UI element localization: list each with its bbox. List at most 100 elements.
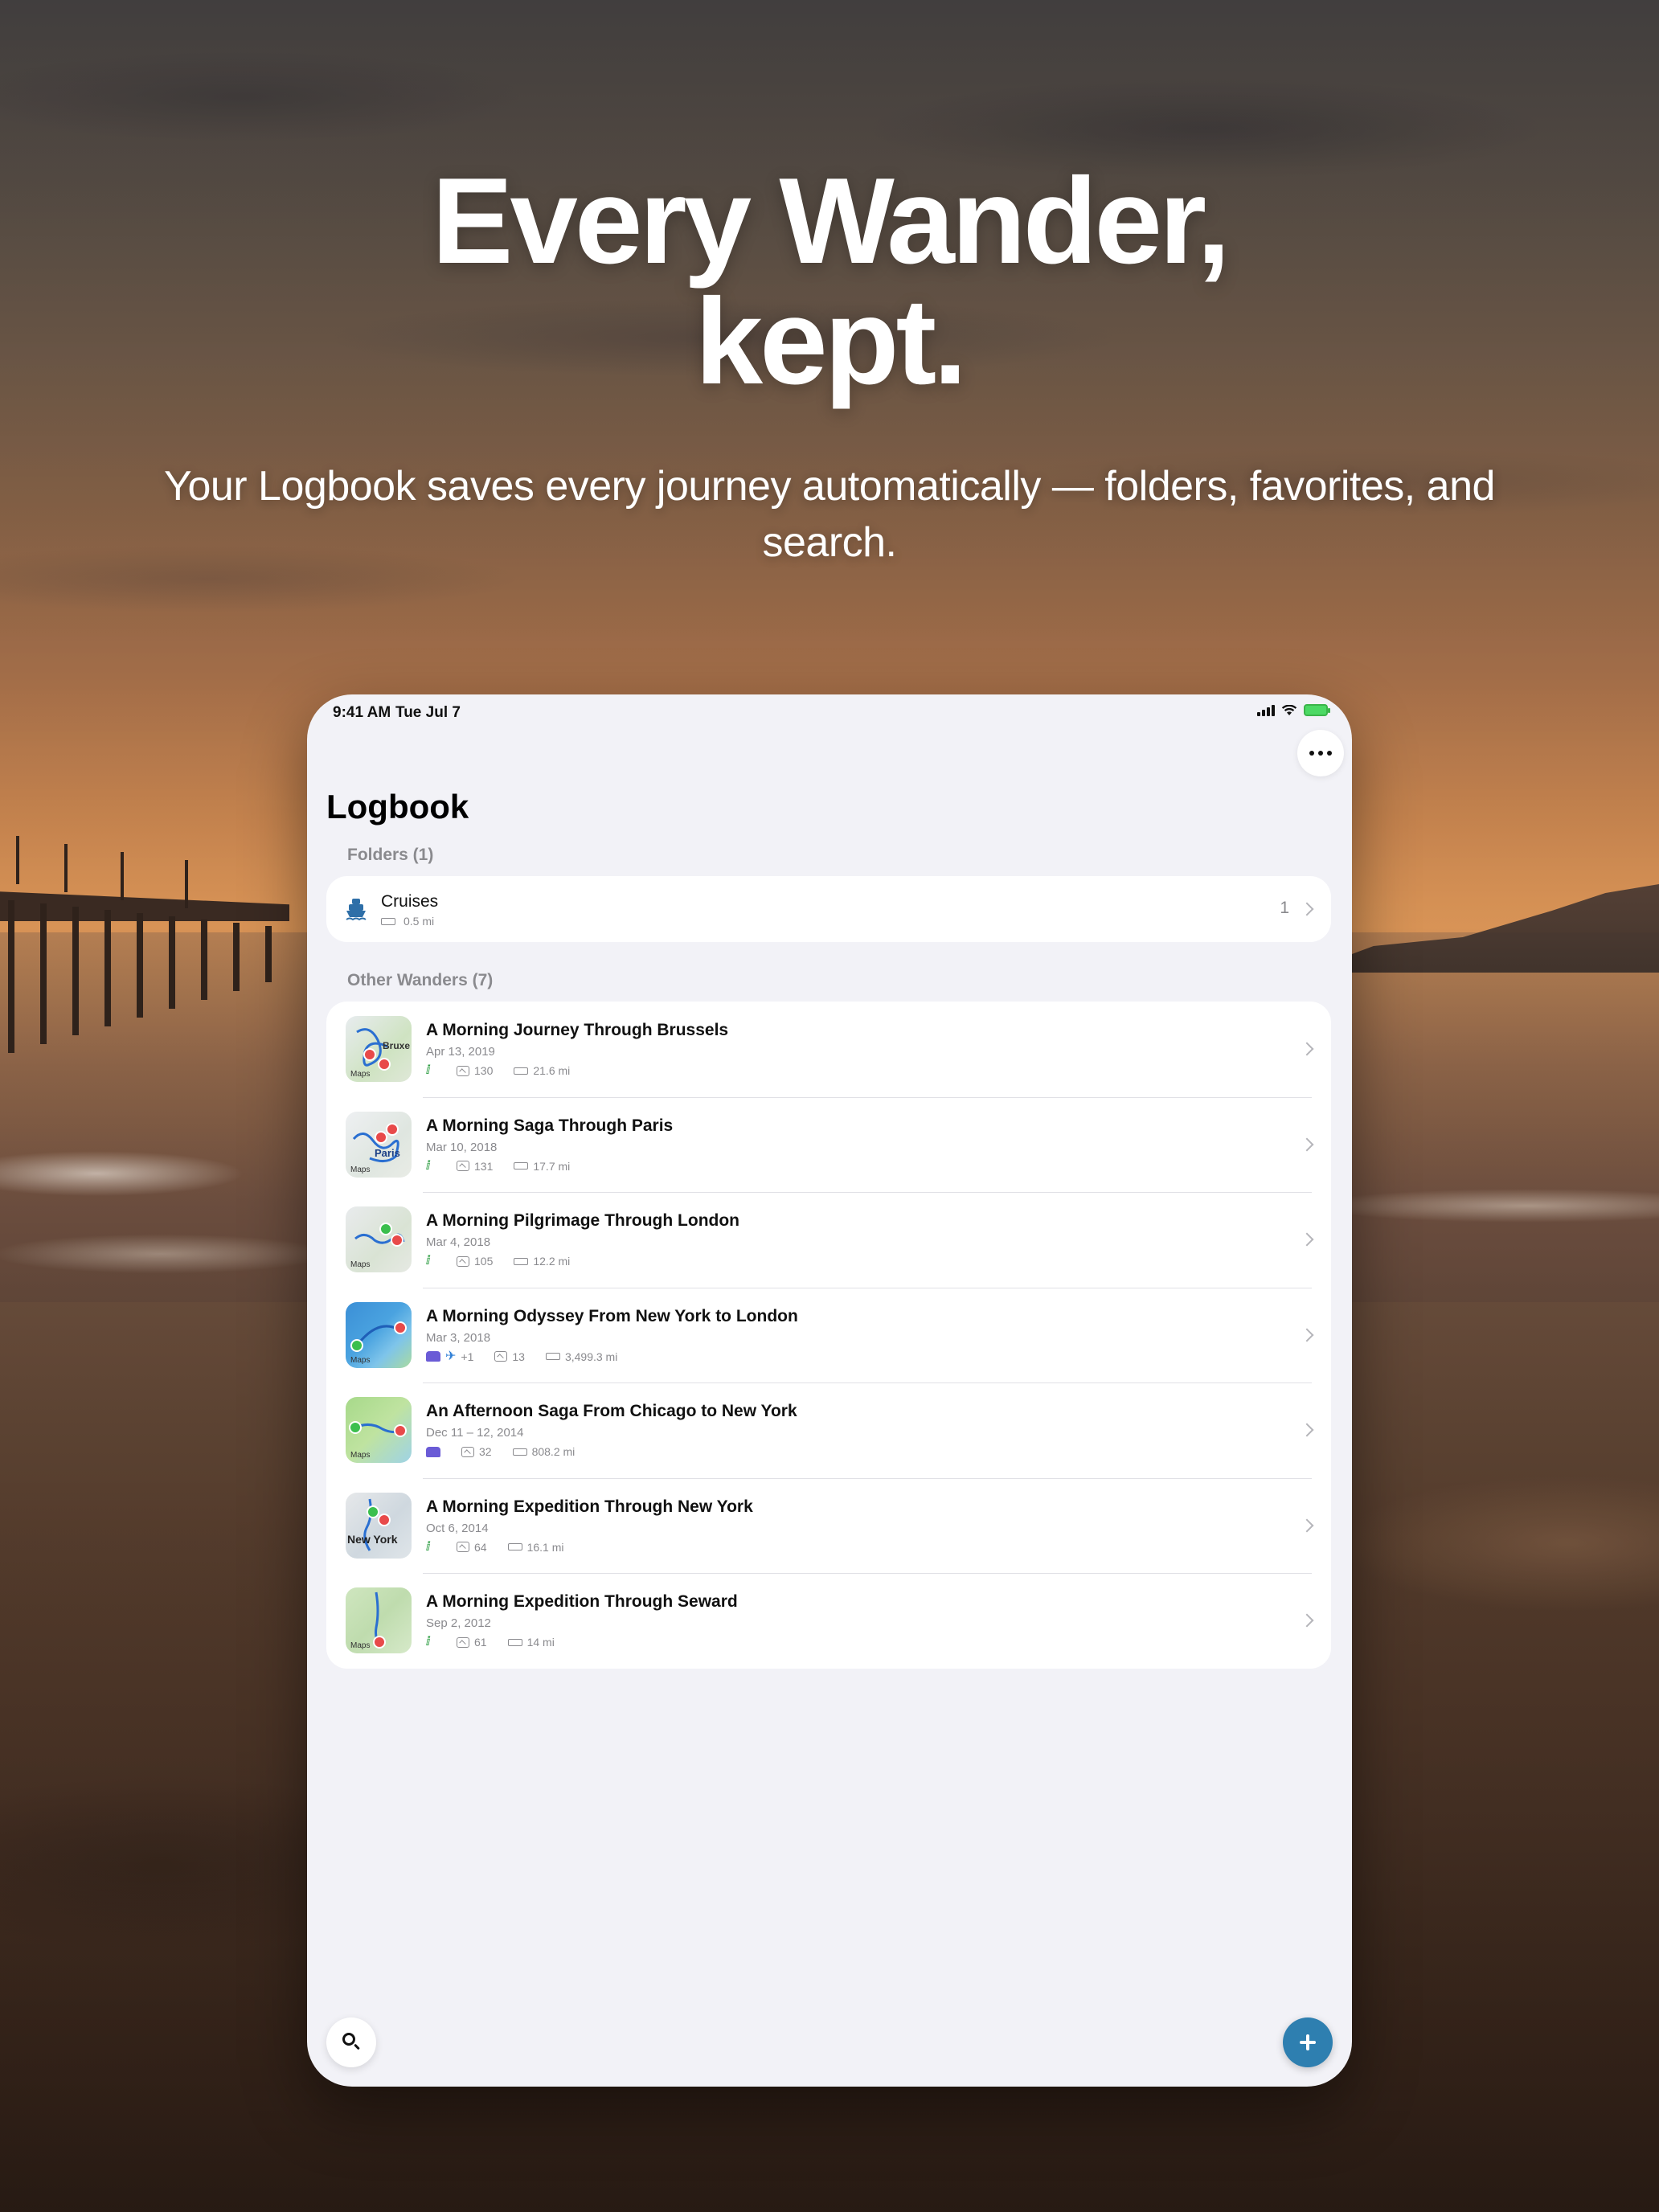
- wander-distance: 17.7 mi: [533, 1159, 571, 1173]
- maps-tag: Maps: [350, 1451, 371, 1460]
- map-thumbnail: Bruxe Maps: [346, 1016, 412, 1082]
- wander-distance: 808.2 mi: [531, 1445, 576, 1458]
- wander-row[interactable]: Paris Maps A Morning Saga Through Paris …: [326, 1096, 1331, 1193]
- wander-distance: 3,499.3 mi: [564, 1350, 618, 1363]
- car-icon: [426, 1351, 440, 1362]
- wander-distance: 12.2 mi: [533, 1255, 571, 1268]
- wander-row[interactable]: New York A Morning Expedition Through Ne…: [326, 1477, 1331, 1574]
- wander-date: Oct 6, 2014: [426, 1521, 489, 1535]
- photo-icon: [457, 1065, 469, 1076]
- wifi-icon: [1281, 704, 1297, 715]
- ellipsis-icon: [1309, 751, 1314, 756]
- wander-meta: ✈ +1 13 3,499.3 mi: [426, 1350, 617, 1363]
- search-button[interactable]: [326, 2017, 376, 2067]
- photo-icon: [457, 1636, 469, 1648]
- walking-icon: ⅈ: [426, 1158, 431, 1173]
- photo-count: 131: [474, 1159, 494, 1173]
- chevron-right-icon: [1300, 1613, 1314, 1628]
- add-wander-button[interactable]: [1283, 2017, 1333, 2067]
- distance-icon: [514, 1067, 529, 1075]
- wander-row[interactable]: Maps A Morning Pilgrimage Through London…: [326, 1192, 1331, 1288]
- distance-icon: [512, 1448, 527, 1456]
- wander-date: Mar 3, 2018: [426, 1330, 491, 1345]
- distance-icon: [507, 1543, 522, 1550]
- battery-charging-icon: [1304, 704, 1330, 716]
- map-label: Bruxe: [383, 1040, 411, 1051]
- folder-meta: 0.5 mi: [381, 915, 434, 928]
- wander-distance: 16.1 mi: [526, 1540, 564, 1554]
- status-icons: [1257, 704, 1330, 716]
- distance-icon: [514, 1257, 529, 1265]
- wander-date: Dec 11 – 12, 2014: [426, 1426, 524, 1440]
- hero-title: Every Wander, kept.: [0, 160, 1659, 410]
- photo-icon: [457, 1256, 469, 1267]
- wander-date: Mar 4, 2018: [426, 1235, 491, 1249]
- more-options-button[interactable]: [1297, 730, 1344, 776]
- wander-title: A Morning Expedition Through Seward: [426, 1592, 738, 1611]
- chevron-right-icon: [1300, 1137, 1314, 1151]
- wander-row[interactable]: Maps A Morning Expedition Through Seward…: [326, 1573, 1331, 1669]
- wander-meta: ⅈ 64 16.1 mi: [426, 1539, 564, 1554]
- wander-meta: ⅈ 105 12.2 mi: [426, 1255, 570, 1268]
- status-time: 9:41 AM: [333, 704, 391, 721]
- wanders-card: Bruxe Maps A Morning Journey Through Bru…: [326, 1002, 1331, 1669]
- folder-name: Cruises: [381, 892, 439, 911]
- walking-icon: ⅈ: [426, 1063, 431, 1077]
- wander-meta: ⅈ 131 17.7 mi: [426, 1158, 571, 1173]
- maps-tag: Maps: [350, 1355, 371, 1365]
- wander-meta: ⅈ 61 14 mi: [426, 1636, 555, 1649]
- photo-icon: [457, 1161, 469, 1171]
- wander-distance: 14 mi: [526, 1636, 555, 1649]
- wander-title: A Morning Odyssey From New York to Londo…: [426, 1306, 798, 1325]
- cellular-signal-icon: [1257, 704, 1275, 716]
- wander-row[interactable]: Maps An Afternoon Saga From Chicago to N…: [326, 1382, 1331, 1478]
- maps-tag: Maps: [350, 1070, 371, 1079]
- map-thumbnail: New York: [346, 1492, 412, 1559]
- wander-date: Sep 2, 2012: [426, 1616, 491, 1630]
- wander-distance: 21.6 mi: [533, 1064, 571, 1077]
- map-label: Paris: [375, 1146, 400, 1159]
- wander-meta: ⅈ 130 21.6 mi: [426, 1063, 571, 1078]
- hero-title-line-2: kept.: [694, 273, 968, 410]
- photo-count: 61: [474, 1636, 487, 1649]
- distance-icon: [381, 917, 395, 925]
- map-thumbnail: Maps: [346, 1301, 412, 1368]
- extra-modes: +1: [461, 1350, 474, 1363]
- map-label: New York: [347, 1532, 398, 1546]
- folders-section-header: Folders (1): [347, 846, 434, 864]
- distance-icon: [507, 1638, 522, 1646]
- photo-count: 105: [474, 1255, 494, 1268]
- wander-meta: 32 808.2 mi: [426, 1445, 575, 1458]
- maps-tag: Maps: [350, 1165, 371, 1174]
- chevron-right-icon: [1300, 1518, 1314, 1532]
- folder-row-cruises[interactable]: Cruises 0.5 mi 1: [326, 876, 1331, 942]
- status-date: Tue Jul 7: [395, 704, 461, 721]
- maps-tag: Maps: [350, 1260, 371, 1269]
- wander-date: Mar 10, 2018: [426, 1140, 498, 1154]
- distance-icon: [545, 1353, 560, 1360]
- photo-count: 32: [479, 1445, 492, 1458]
- chevron-right-icon: [1300, 902, 1314, 916]
- wander-title: An Afternoon Saga From Chicago to New Yo…: [426, 1402, 797, 1420]
- wander-row[interactable]: Maps A Morning Odyssey From New York to …: [326, 1287, 1331, 1383]
- wander-row[interactable]: Bruxe Maps A Morning Journey Through Bru…: [326, 1002, 1331, 1097]
- maps-tag: Maps: [350, 1641, 371, 1650]
- photo-icon: [494, 1351, 508, 1362]
- search-icon: [342, 2033, 355, 2046]
- wander-title: A Morning Expedition Through New York: [426, 1497, 753, 1516]
- walking-icon: ⅈ: [426, 1539, 431, 1554]
- ship-icon: [346, 899, 367, 921]
- walking-icon: ⅈ: [426, 1254, 431, 1268]
- airplane-icon: ✈: [445, 1349, 457, 1363]
- wander-title: A Morning Journey Through Brussels: [426, 1021, 729, 1039]
- photo-icon: [461, 1446, 474, 1457]
- folder-count: 1: [1280, 899, 1289, 917]
- photo-icon: [457, 1542, 469, 1552]
- chevron-right-icon: [1300, 1423, 1314, 1437]
- walking-icon: ⅈ: [426, 1635, 431, 1649]
- status-bar: 9:41 AM Tue Jul 7: [307, 694, 1352, 730]
- photo-count: 64: [474, 1540, 487, 1554]
- chevron-right-icon: [1300, 1232, 1314, 1247]
- chevron-right-icon: [1300, 1042, 1314, 1056]
- folders-card: Cruises 0.5 mi 1: [326, 876, 1331, 942]
